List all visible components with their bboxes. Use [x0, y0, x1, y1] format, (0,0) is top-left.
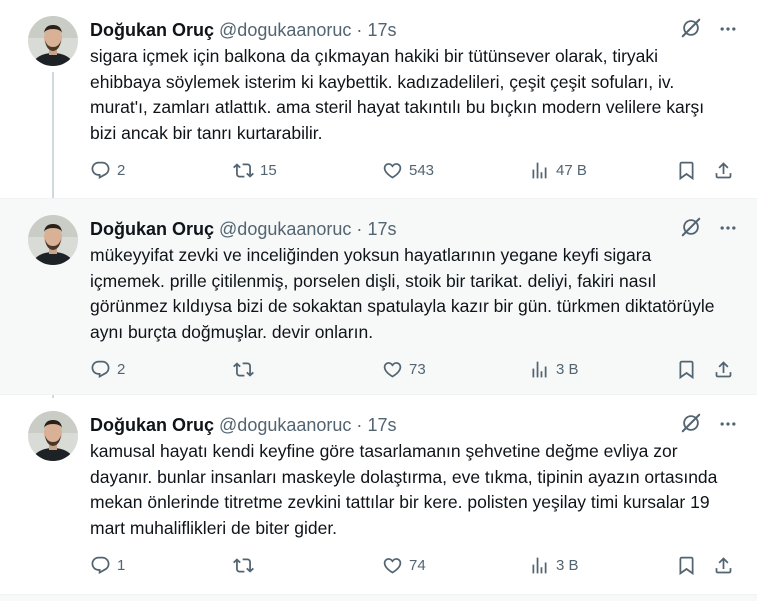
author-handle[interactable]: @dogukaanoruc [219, 219, 351, 239]
bookmark-button[interactable] [676, 359, 697, 380]
tweet-header: Doğukan Oruç @dogukaanoruc · 17s [90, 413, 396, 437]
bookmark-icon [676, 160, 697, 181]
retweet-count: 15 [260, 162, 277, 179]
retweet-button[interactable] [233, 359, 260, 380]
separator-dot: · [356, 415, 363, 435]
reply-icon [90, 160, 111, 181]
grok-icon[interactable] [680, 17, 702, 39]
share-icon [713, 555, 734, 576]
retweet-icon [233, 359, 254, 380]
author-handle[interactable]: @dogukaanoruc [219, 20, 351, 40]
tweet-header: Doğukan Oruç @dogukaanoruc · 17s [90, 18, 396, 42]
tweet[interactable]: Doğukan Oruç @dogukaanoruc · 17s mükeyyi… [0, 198, 757, 395]
like-button[interactable]: 73 [382, 359, 426, 380]
grok-icon[interactable] [680, 216, 702, 238]
timestamp[interactable]: 17s [367, 219, 396, 239]
reply-button[interactable]: 2 [90, 160, 125, 181]
retweet-icon [233, 555, 254, 576]
bookmark-button[interactable] [676, 160, 697, 181]
retweet-icon [233, 160, 254, 181]
tweet-text: sigara içmek için balkona da çıkmayan ha… [90, 46, 705, 143]
views-icon [529, 359, 550, 380]
tweet-header: Doğukan Oruç @dogukaanoruc · 17s [90, 217, 396, 241]
like-count: 73 [409, 361, 426, 378]
views-button[interactable]: 47 B [529, 160, 587, 181]
like-button[interactable]: 74 [382, 555, 426, 576]
action-bar: 2 73 3 B [90, 359, 740, 383]
views-icon [529, 555, 550, 576]
reply-icon [90, 555, 111, 576]
like-button[interactable]: 543 [382, 160, 434, 181]
tweet[interactable]: Doğukan Oruç @dogukaanoruc · 17s sigara … [0, 0, 757, 198]
separator-dot: · [356, 219, 363, 239]
views-count: 3 B [556, 557, 579, 574]
tweet[interactable]: Doğukan Oruç @dogukaanoruc · 17s kamusal… [0, 395, 757, 594]
reply-button[interactable]: 1 [90, 555, 125, 576]
avatar[interactable] [28, 215, 78, 265]
views-button[interactable]: 3 B [529, 359, 579, 380]
share-button[interactable] [713, 359, 734, 380]
retweet-button[interactable]: 15 [233, 160, 277, 181]
timestamp[interactable]: 17s [367, 415, 396, 435]
reply-count: 1 [117, 557, 126, 574]
action-bar: 2 15 543 47 B [90, 160, 740, 184]
bookmark-icon [676, 555, 697, 576]
like-icon [382, 555, 403, 576]
author-name[interactable]: Doğukan Oruç [90, 415, 214, 435]
share-button[interactable] [713, 555, 734, 576]
views-button[interactable]: 3 B [529, 555, 579, 576]
bookmark-icon [676, 359, 697, 380]
share-button[interactable] [713, 160, 734, 181]
reply-count: 2 [117, 361, 126, 378]
more-icon[interactable] [716, 218, 740, 238]
like-icon [382, 359, 403, 380]
author-handle[interactable]: @dogukaanoruc [219, 415, 351, 435]
more-icon[interactable] [716, 19, 740, 39]
avatar[interactable] [28, 16, 78, 66]
like-count: 543 [409, 162, 435, 179]
author-name[interactable]: Doğukan Oruç [90, 20, 214, 40]
more-icon[interactable] [716, 414, 740, 434]
timestamp[interactable]: 17s [367, 20, 396, 40]
views-count: 47 B [556, 162, 587, 179]
grok-icon[interactable] [680, 412, 702, 434]
like-icon [382, 160, 403, 181]
reply-icon [90, 359, 111, 380]
action-bar: 1 74 3 B [90, 555, 740, 579]
views-icon [529, 160, 550, 181]
reply-count: 2 [117, 162, 126, 179]
views-count: 3 B [556, 361, 579, 378]
author-name[interactable]: Doğukan Oruç [90, 219, 214, 239]
reply-button[interactable]: 2 [90, 359, 125, 380]
retweet-button[interactable] [233, 555, 260, 576]
share-icon [713, 160, 734, 181]
share-icon [713, 359, 734, 380]
avatar[interactable] [28, 411, 78, 461]
tweet-text: kamusal hayatı kendi keyfine göre tasarl… [90, 441, 718, 538]
tweet-text: mükeyyifat zevki ve inceliğinden yoksun … [90, 245, 715, 342]
bookmark-button[interactable] [676, 555, 697, 576]
separator-dot: · [356, 20, 363, 40]
like-count: 74 [409, 557, 426, 574]
